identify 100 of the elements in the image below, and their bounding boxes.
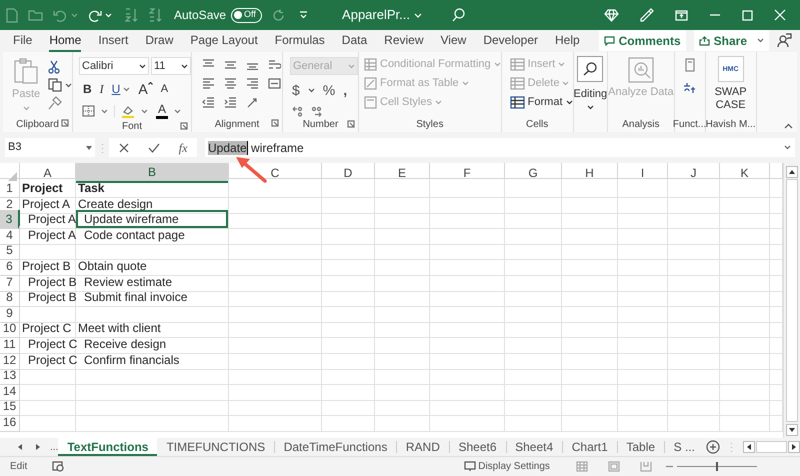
row-header[interactable]: 10 [0,319,20,338]
column-header[interactable]: D [322,163,375,183]
table-cell[interactable]: Project A [20,210,76,230]
fill-color-icon[interactable] [121,104,135,118]
column-header[interactable]: G [505,163,562,183]
sheet-tab[interactable]: RAND [396,438,449,456]
chevron-down-icon[interactable] [181,64,188,68]
row-header[interactable]: 14 [0,382,20,401]
ribbon-tab[interactable]: Review [384,31,424,52]
row-header[interactable]: 3 [0,210,20,230]
sheet-tab[interactable]: Table [617,438,664,456]
table-cell[interactable] [668,179,720,198]
table-cell[interactable]: Update wireframe [76,210,229,230]
enter-icon[interactable] [148,142,160,152]
sheet-tab[interactable]: TIMEFUNCTIONS [157,438,274,456]
align-middle-icon[interactable] [224,59,237,70]
sheet-tab[interactable]: S ... [664,438,704,456]
align-left-icon[interactable] [202,78,215,89]
table-cell[interactable]: Project A [20,194,76,214]
chevron-down-icon[interactable] [65,82,72,88]
format-painter-icon[interactable] [48,96,62,110]
editing-button[interactable]: Editing [574,56,608,110]
ribbon-tab[interactable]: Insert [98,31,128,52]
sheet-tab[interactable]: Chart1 [562,438,617,456]
table-cell[interactable] [430,179,505,198]
table-cell[interactable] [618,179,668,198]
table-cell[interactable] [505,179,562,198]
maximize-icon[interactable] [742,10,753,20]
row-header[interactable]: 15 [0,397,20,416]
increase-indent-icon[interactable] [224,97,237,108]
dialog-launcher-icon[interactable] [271,119,279,127]
table-cell[interactable]: Project C [20,334,76,354]
table-cell[interactable] [375,179,430,198]
table-cell[interactable] [322,179,375,198]
row-header[interactable]: 1 [0,179,20,198]
ribbon-tab[interactable]: View [440,31,466,52]
column-header[interactable]: H [562,163,618,183]
underline-button[interactable]: U [112,80,120,98]
table-cell[interactable] [562,179,618,198]
wrap-text-icon[interactable] [268,59,281,70]
previous-sheet-icon[interactable] [18,444,22,450]
table-cell[interactable]: Receive design [76,334,229,354]
horizontal-scrollbar[interactable] [742,440,800,454]
next-sheet-icon[interactable] [36,444,40,450]
ribbon-tab[interactable]: Page Layout [190,31,258,52]
sheet-tab[interactable]: Sheet4 [506,438,562,456]
table-cell[interactable]: Code contact page [76,226,229,245]
borders-icon[interactable] [82,105,95,117]
dialog-launcher-icon[interactable] [180,122,188,130]
row-header[interactable]: 4 [0,226,20,245]
row-header[interactable]: 5 [0,241,20,260]
table-cell[interactable] [720,179,770,198]
calculator-icon[interactable] [684,58,695,72]
row-header[interactable]: 16 [0,412,20,432]
pen-icon[interactable] [640,8,654,22]
row-header[interactable]: 7 [0,272,20,292]
name-box[interactable]: B3 [5,138,95,157]
row-header[interactable]: 6 [0,256,20,276]
macro-record-icon[interactable] [52,460,64,472]
bold-button[interactable]: B [83,80,92,98]
table-cell[interactable] [229,179,322,198]
column-header[interactable]: K [720,163,770,183]
page-break-view-icon[interactable] [640,460,652,472]
column-header[interactable]: E [375,163,430,183]
more-sheets-button[interactable]: ... [50,440,58,454]
table-cell[interactable]: Task [76,179,229,198]
sheet-tab[interactable]: TextFunctions [58,438,158,456]
percent-button[interactable]: % [322,80,336,101]
row-header[interactable]: 11 [0,334,20,354]
font-color-button[interactable]: A [156,103,168,119]
column-header[interactable]: J [668,163,720,183]
column-header[interactable]: F [430,163,505,183]
chevron-down-icon[interactable] [139,64,146,68]
sort-descending-icon[interactable] [148,8,162,22]
table-cell[interactable]: Obtain quote [76,256,229,276]
row-header[interactable]: 12 [0,350,20,370]
cells-menu-button[interactable]: Format [510,94,573,110]
table-cell[interactable]: Project C [20,350,76,370]
ribbon-tab[interactable]: Help [555,31,580,52]
table-cell[interactable]: Project B [20,272,76,292]
table-cell[interactable]: Meet with client [76,319,229,338]
decrease-indent-icon[interactable] [202,97,215,108]
italic-button[interactable]: I [100,80,104,98]
table-cell[interactable]: Submit final invoice [76,288,229,308]
table-cell[interactable]: Create design [76,194,229,214]
add-sheet-icon[interactable] [706,440,720,454]
insert-function-button[interactable]: fx [178,138,188,156]
collapse-ribbon-icon[interactable] [784,123,793,129]
page-layout-view-icon[interactable] [608,460,620,472]
table-cell[interactable]: Project B [20,256,76,276]
refresh-icon[interactable] [272,8,286,22]
folder-icon[interactable] [28,9,43,21]
undo-icon[interactable] [53,8,67,22]
ribbon-display-icon[interactable] [675,10,688,20]
document-icon[interactable] [6,8,18,22]
sheet-tab[interactable]: DateTimeFunctions [274,438,396,456]
increase-font-button[interactable]: A [138,82,153,96]
font-name-dropdown[interactable]: Calibri [79,57,149,75]
sort-ascending-icon[interactable] [124,8,138,22]
display-settings-button[interactable]: Display Settings [464,458,550,474]
